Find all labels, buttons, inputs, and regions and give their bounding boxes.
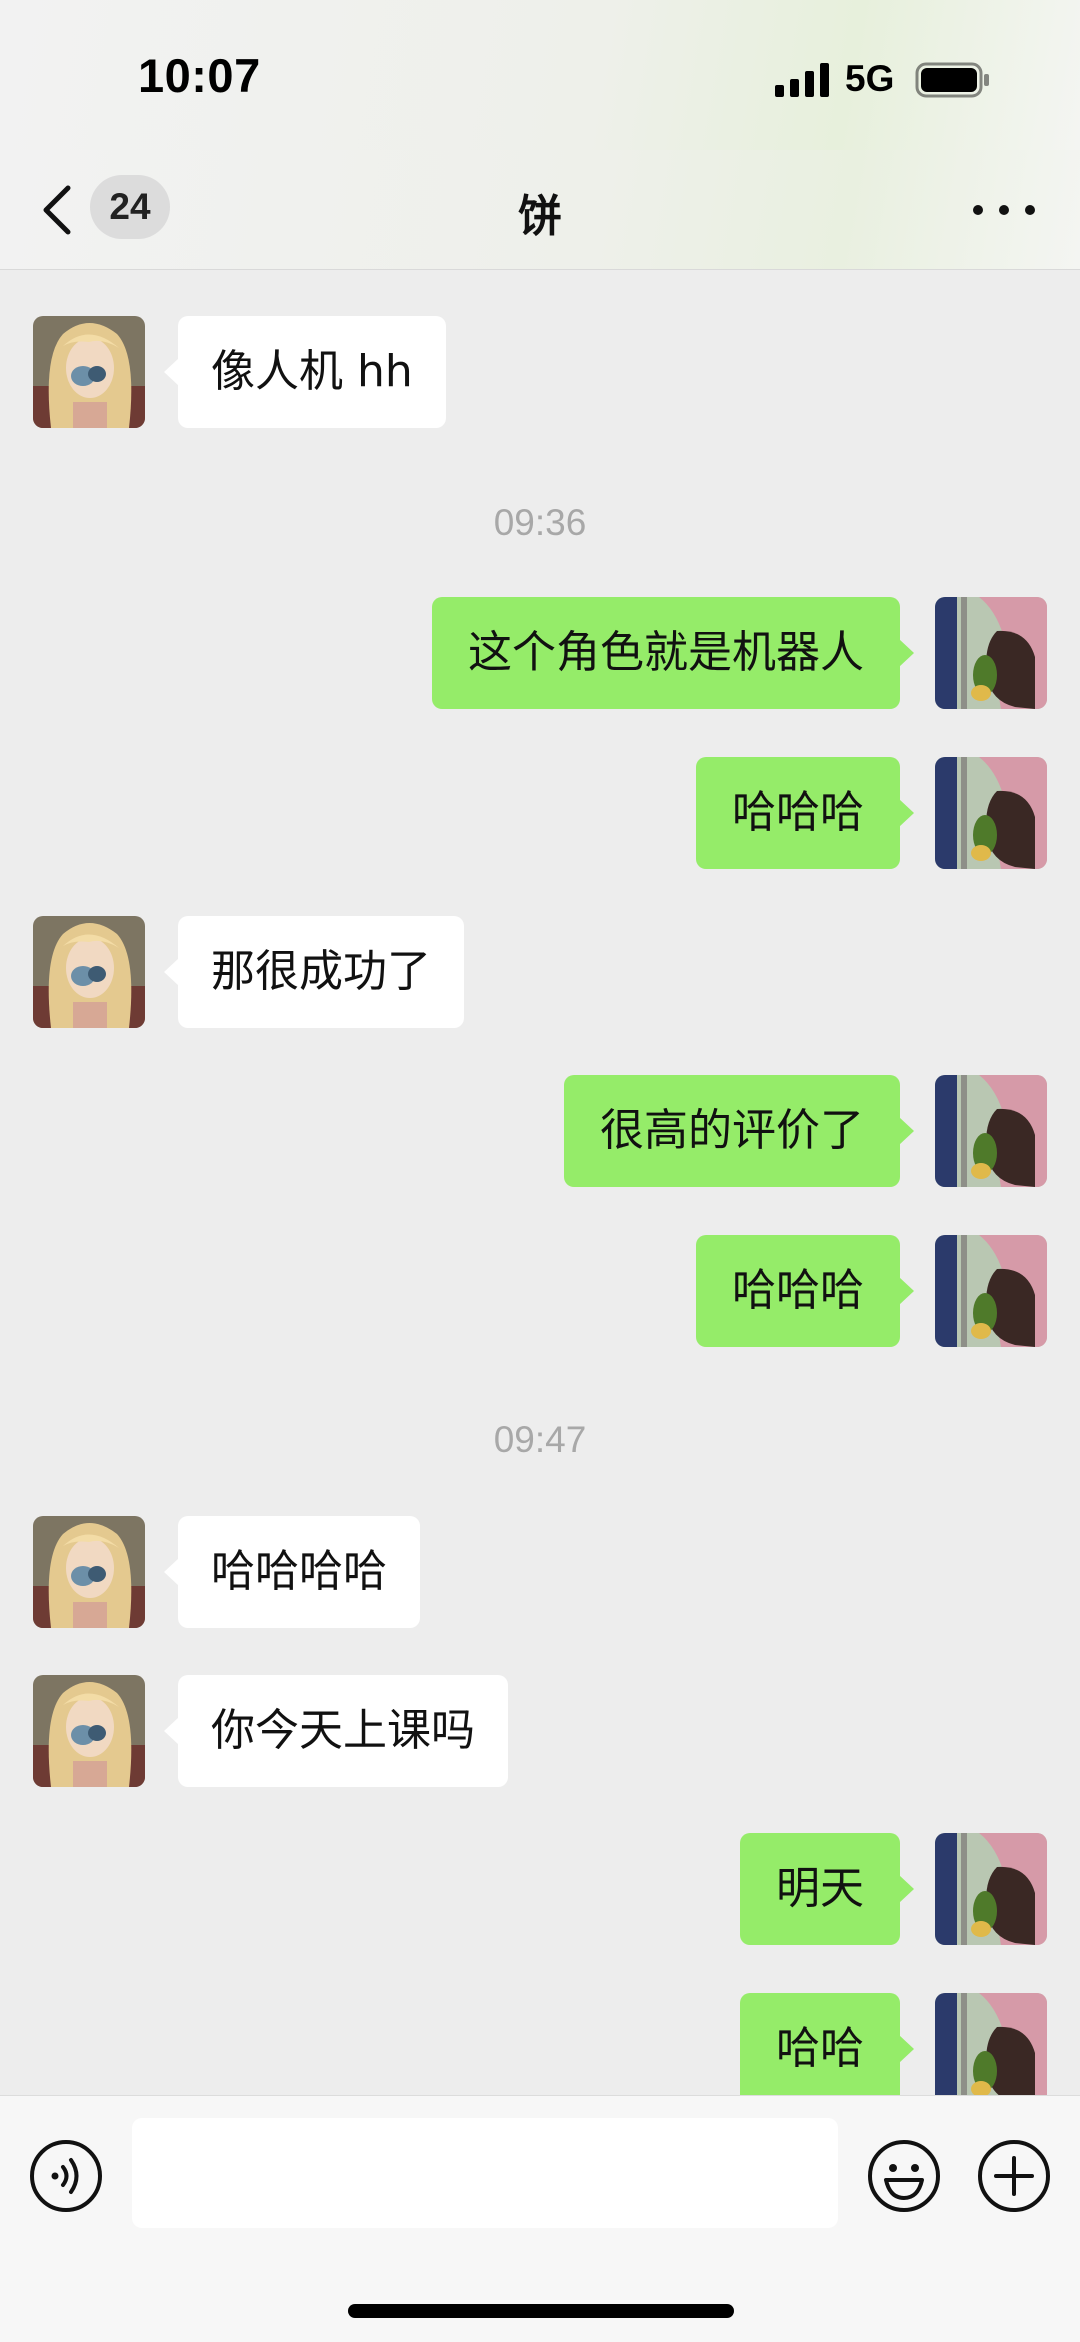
status-time: 10:07 <box>138 49 261 102</box>
outgoing-message[interactable]: 明天 <box>740 1833 914 1945</box>
more-dots-icon[interactable] <box>968 190 1040 230</box>
my-avatar[interactable] <box>935 597 1047 709</box>
incoming-message[interactable]: 那很成功了 <box>164 916 464 1028</box>
my-avatar[interactable] <box>935 1993 1047 2095</box>
my-avatar[interactable] <box>935 1075 1047 1187</box>
my-avatar[interactable] <box>935 1833 1047 1945</box>
emoji-icon[interactable] <box>866 2138 942 2214</box>
message-timestamp: 09:36 <box>493 502 587 543</box>
incoming-message[interactable]: 你今天上课吗 <box>164 1675 508 1787</box>
outgoing-message[interactable]: 哈哈 <box>740 1993 914 2095</box>
message-list[interactable]: 像人机 hh 09:36 这个角色就是机器人 哈哈哈 那很成功了 很高的评价了 … <box>0 271 1080 2095</box>
plus-circle-icon[interactable] <box>976 2138 1052 2214</box>
friend-avatar[interactable] <box>33 1675 145 1787</box>
network-type: 5G <box>845 58 895 99</box>
message-input[interactable] <box>132 2118 838 2228</box>
battery-icon <box>915 62 989 98</box>
chat-header: 24 饼 <box>0 150 1080 270</box>
incoming-message[interactable]: 像人机 hh <box>164 316 446 428</box>
message-timestamp: 09:47 <box>493 1419 587 1460</box>
chat-title: 饼 <box>518 191 562 242</box>
voice-icon[interactable] <box>28 2138 104 2214</box>
friend-avatar[interactable] <box>33 316 145 428</box>
my-avatar[interactable] <box>935 757 1047 869</box>
cellular-signal-icon <box>775 63 829 97</box>
outgoing-message[interactable]: 哈哈哈 <box>696 757 914 869</box>
status-bar: 10:07 5G <box>0 0 1080 150</box>
friend-avatar[interactable] <box>33 916 145 1028</box>
friend-avatar[interactable] <box>33 1516 145 1628</box>
my-avatar[interactable] <box>935 1235 1047 1347</box>
home-indicator <box>348 2304 734 2318</box>
incoming-message[interactable]: 哈哈哈哈 <box>164 1516 420 1628</box>
outgoing-message[interactable]: 哈哈哈 <box>696 1235 914 1347</box>
outgoing-message[interactable]: 很高的评价了 <box>564 1075 914 1187</box>
outgoing-message[interactable]: 这个角色就是机器人 <box>432 597 914 709</box>
